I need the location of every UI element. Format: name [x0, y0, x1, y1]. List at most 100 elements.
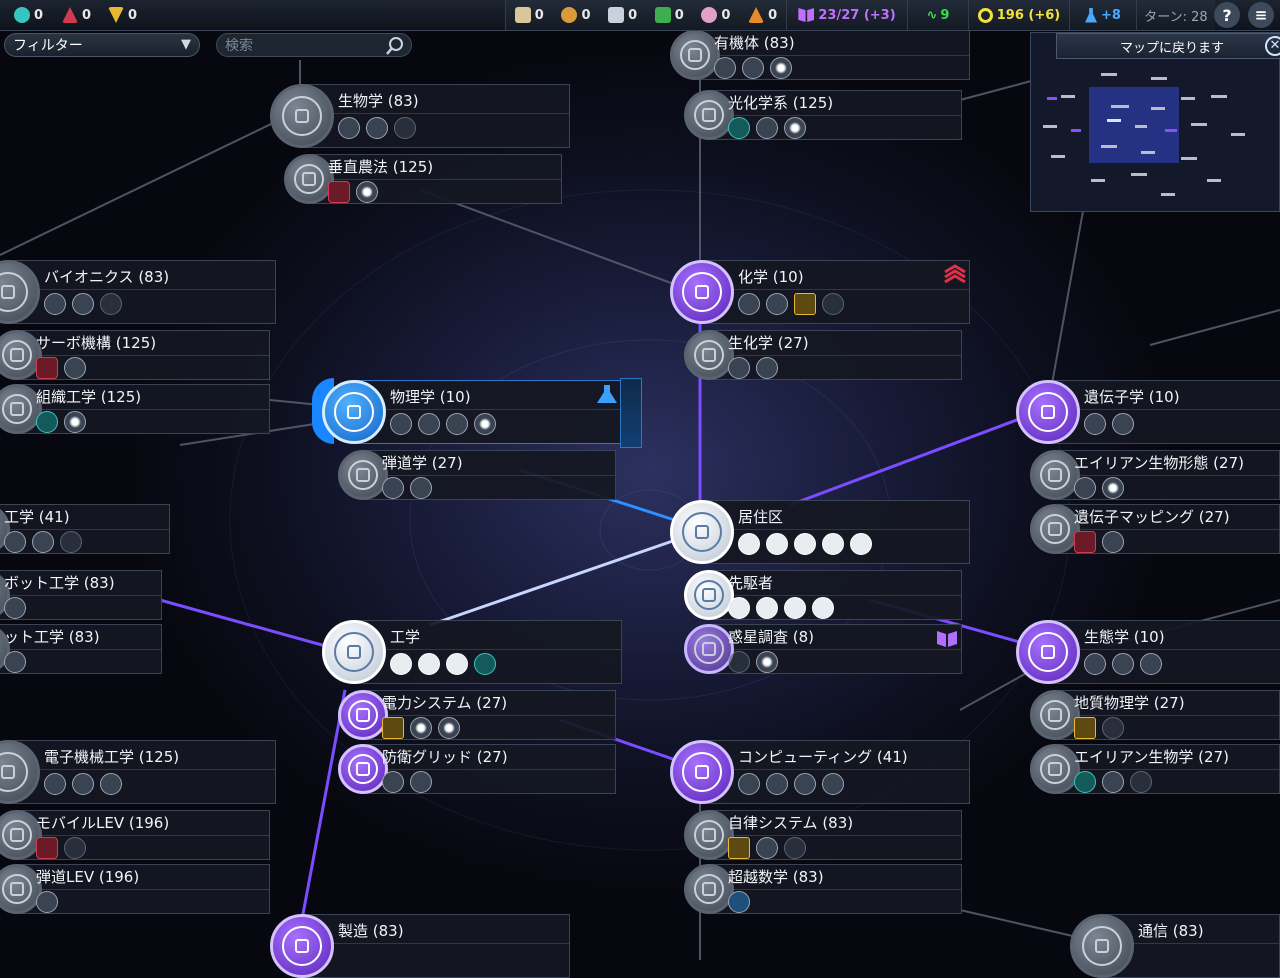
unlock-icon	[728, 357, 750, 379]
tech-biochem-icon	[684, 330, 734, 380]
tech-geophysics[interactable]: 地質物理学 (27)	[1030, 690, 1280, 740]
tech-engineering[interactable]: 工学	[322, 620, 622, 684]
tech-defense-grid-icon	[338, 744, 388, 794]
xenomass-resource[interactable]: 0	[701, 0, 730, 30]
resource-icon	[794, 293, 816, 315]
wonder-star-icon	[770, 57, 792, 79]
tech-comms[interactable]: 通信 (83)	[1070, 914, 1280, 978]
menu-button[interactable]: ≡	[1248, 2, 1274, 28]
oil-resource[interactable]: 0	[748, 0, 777, 30]
search-input[interactable]	[217, 34, 377, 58]
tech-power[interactable]: 電力システム (27)	[338, 690, 616, 740]
tech-biology[interactable]: 生物学 (83)	[270, 84, 570, 148]
wonder-star-icon	[756, 651, 778, 673]
wonder-star-icon	[410, 717, 432, 739]
tech-habitation[interactable]: 居住区	[670, 500, 970, 564]
gold-resource[interactable]: 0	[108, 0, 137, 30]
unlock-icon	[756, 357, 778, 379]
tech-planet-survey[interactable]: 惑星調査 (8)	[684, 624, 962, 674]
geothermal-icon	[654, 7, 671, 23]
research-queue-bar	[620, 378, 642, 448]
close-icon[interactable]: ✕	[1265, 36, 1280, 56]
tech-vertical-farming[interactable]: 垂直農法 (125)	[284, 154, 562, 204]
tech-ballistics[interactable]: 弾道学 (27)	[338, 450, 616, 500]
tech-x-eng[interactable]: 工学 (41)	[0, 504, 170, 554]
search-icon[interactable]	[385, 36, 405, 56]
search-box[interactable]	[216, 33, 412, 58]
tech-chemistry[interactable]: 化学 (10)	[670, 260, 970, 324]
tech-robotics[interactable]: ボット工学 (83)	[0, 570, 162, 620]
tech-tissue[interactable]: 組織工学 (125)	[0, 384, 270, 434]
unlock-icon	[72, 773, 94, 795]
tech-transcend[interactable]: 超越数学 (83)	[684, 864, 962, 914]
unlock-icon	[822, 773, 844, 795]
return-to-map-button[interactable]: マップに戻ります ✕	[1056, 33, 1280, 59]
science-readout[interactable]: 23/27 (+3)	[786, 0, 907, 30]
tech-ballistic-lev[interactable]: 弾道LEV (196)	[0, 864, 270, 914]
tech-autonomy-icon	[684, 810, 734, 860]
tech-mobile-lev[interactable]: モバイルLEV (196)	[0, 810, 270, 860]
unlock-icon	[738, 773, 760, 795]
minimap[interactable]	[1030, 32, 1280, 212]
tech-alien-bio[interactable]: エイリアン生物学 (27)	[1030, 744, 1280, 794]
teal-resource[interactable]: 0	[14, 0, 43, 30]
tech-biology-icon	[270, 84, 334, 148]
red-affinity-icon	[36, 837, 58, 859]
tech-organic[interactable]: 有機体 (83)	[670, 30, 970, 80]
tech-robotics-2[interactable]: ット工学 (83)	[0, 624, 162, 674]
titanium-resource[interactable]: 0	[608, 0, 637, 30]
firaxite-resource[interactable]: 0	[514, 0, 544, 30]
unlock-icon	[338, 117, 360, 139]
unlock-icon	[390, 653, 412, 675]
unlock-icon	[756, 117, 778, 139]
health-readout[interactable]: ∿ 9	[907, 0, 968, 30]
tech-genome[interactable]: 遺伝子マッピング (27)	[1030, 504, 1280, 554]
tech-pioneer[interactable]: 先駆者	[684, 570, 962, 620]
gold-affinity-icon	[728, 837, 750, 859]
tech-ecology-icon	[1016, 620, 1080, 684]
tech-genetics[interactable]: 遺伝子学 (10)	[1016, 380, 1280, 444]
tech-photochem[interactable]: 光化学系 (125)	[684, 90, 962, 140]
science-flask-icon	[597, 385, 617, 403]
help-button[interactable]: ?	[1214, 2, 1240, 28]
unlock-icon	[728, 651, 750, 673]
tech-alien-morph[interactable]: エイリアン生物形態 (27)	[1030, 450, 1280, 500]
tech-bionics[interactable]: バイオニクス (83)	[0, 260, 276, 324]
unlock-icon	[784, 597, 806, 619]
energy-readout[interactable]: 196 (+6)	[968, 0, 1069, 30]
tech-physics[interactable]: 物理学 (10)	[322, 380, 622, 444]
unlock-icon	[1140, 653, 1162, 675]
tech-ballistics-icon	[338, 450, 388, 500]
tech-autonomy[interactable]: 自律システム (83)	[684, 810, 962, 860]
tech-servo[interactable]: サーボ機構 (125)	[0, 330, 270, 380]
tech-electromech[interactable]: 電子機械工学 (125)	[0, 740, 276, 804]
unlock-icon	[1102, 531, 1124, 553]
tech-ecology[interactable]: 生態学 (10)	[1016, 620, 1280, 684]
strategic-resources: 0 0 0 0 0 0	[505, 0, 786, 30]
tech-chemistry-icon	[670, 260, 734, 324]
unlock-icon	[728, 891, 750, 913]
filter-dropdown[interactable]: フィルター ▼	[4, 33, 200, 57]
unlock-icon	[728, 597, 750, 619]
unlock-icon	[44, 773, 66, 795]
tech-computing[interactable]: コンピューティング (41)	[670, 740, 970, 804]
tech-alien-bio-icon	[1030, 744, 1080, 794]
minimap-viewport[interactable]	[1089, 87, 1179, 163]
floatstone-resource[interactable]: 0	[561, 0, 591, 30]
geothermal-resource[interactable]: 0	[654, 0, 684, 30]
red-resource[interactable]: 0	[62, 0, 91, 30]
unlock-icon	[4, 531, 26, 553]
unlock-icon	[766, 293, 788, 315]
unlock-icon	[1074, 477, 1096, 499]
unlock-icon	[756, 597, 778, 619]
tech-manufacturing[interactable]: 製造 (83)	[270, 914, 570, 978]
tech-defense-grid[interactable]: 防衛グリッド (27)	[338, 744, 616, 794]
unlock-icon	[822, 533, 844, 555]
culture-readout[interactable]: +8	[1069, 0, 1136, 30]
resource-icon	[1074, 717, 1096, 739]
teal-resource-icon	[14, 7, 30, 23]
titanium-icon	[608, 7, 625, 23]
tech-biochem[interactable]: 生化学 (27)	[684, 330, 962, 380]
unlock-icon	[738, 533, 760, 555]
unlock-icon	[1102, 717, 1124, 739]
